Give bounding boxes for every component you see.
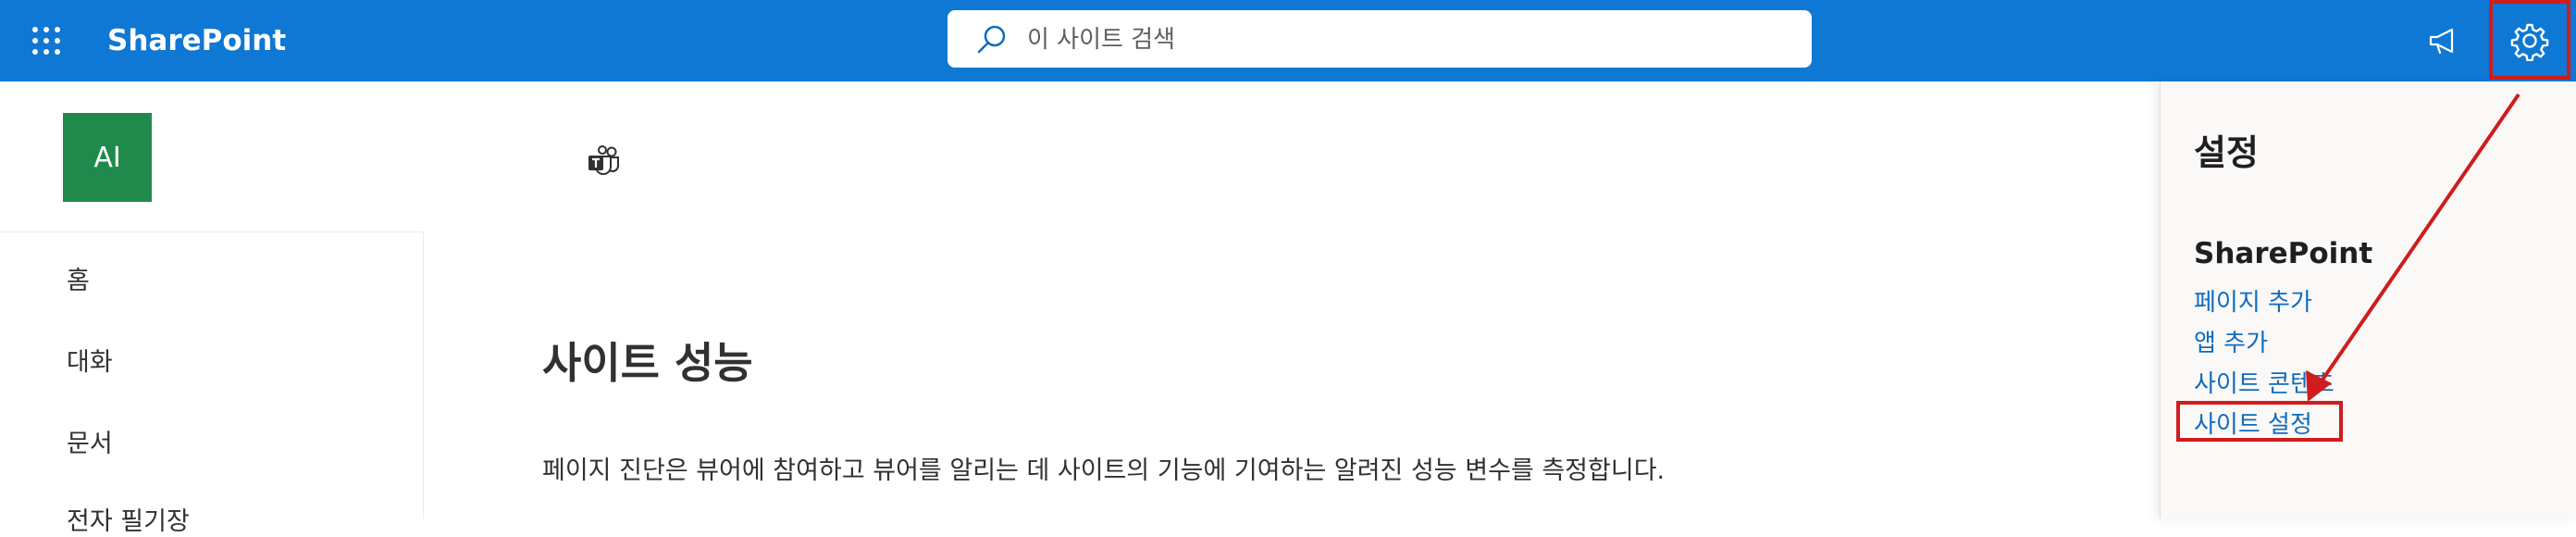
settings-panel-title: 설정 (2194, 132, 2259, 173)
nav-item-home[interactable]: 홈 (67, 260, 90, 296)
add-page-link[interactable]: 페이지 추가 (2194, 283, 2312, 318)
site-contents-link[interactable]: 사이트 콘텐츠 (2194, 365, 2334, 399)
app-name[interactable]: SharePoint (107, 0, 286, 81)
nav-item-conversations[interactable]: 대화 (67, 342, 113, 378)
search-icon (975, 23, 1009, 60)
gear-icon (2510, 23, 2549, 61)
suite-header: SharePoint (0, 0, 2576, 81)
search-input[interactable] (1025, 10, 1788, 69)
page-description: 페이지 진단은 뷰어에 참여하고 뷰어를 알리는 데 사이트의 기능에 기여하는… (542, 456, 1666, 485)
page-title: 사이트 성능 (542, 338, 753, 388)
site-navigation: 홈 대화 문서 전자 필기장 (0, 231, 424, 536)
app-launcher-icon[interactable] (30, 24, 63, 57)
site-settings-highlight (2176, 401, 2343, 442)
settings-button[interactable] (2489, 0, 2570, 80)
search-box[interactable] (947, 10, 1812, 69)
nav-item-notebook[interactable]: 전자 필기장 (67, 501, 190, 537)
add-app-link[interactable]: 앱 추가 (2194, 324, 2268, 358)
megaphone-icon[interactable] (2426, 24, 2459, 61)
nav-item-documents[interactable]: 문서 (67, 423, 113, 459)
site-logo[interactable]: AI (63, 113, 152, 202)
settings-panel: 설정 SharePoint 페이지 추가 앱 추가 사이트 콘텐츠 사이트 설정 (2160, 81, 2576, 518)
settings-section-heading: SharePoint (2194, 237, 2373, 270)
teams-icon[interactable] (587, 144, 622, 180)
